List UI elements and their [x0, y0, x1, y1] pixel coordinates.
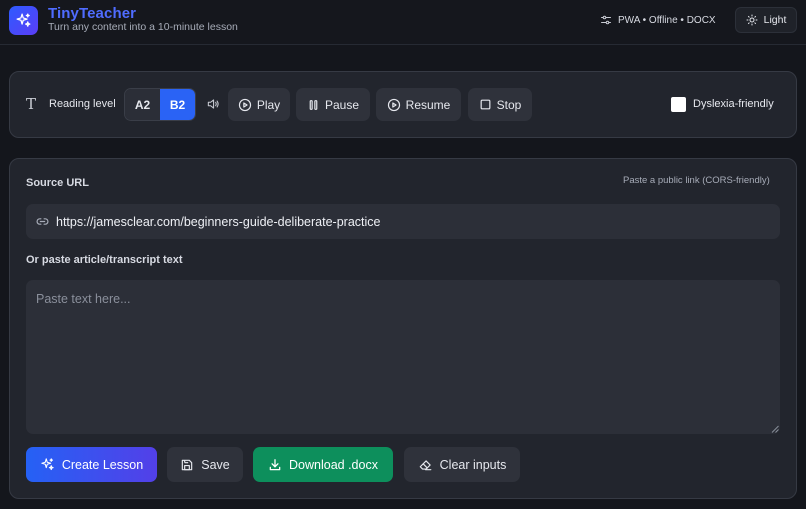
speaker-icon [207, 99, 219, 109]
sparkles-icon [41, 458, 54, 471]
theme-toggle-button[interactable]: Light [735, 7, 797, 33]
dyslexia-checkbox[interactable] [671, 97, 686, 112]
stop-button[interactable]: Stop [468, 88, 532, 121]
sun-icon [746, 14, 758, 26]
resume-label: Resume [405, 97, 451, 112]
stop-label: Stop [496, 97, 522, 112]
source-url-input[interactable] [56, 214, 780, 229]
resume-button[interactable]: Resume [376, 88, 461, 121]
paste-text-area[interactable] [26, 280, 780, 434]
text-size-icon: T [26, 95, 37, 113]
save-label: Save [201, 457, 230, 472]
create-lesson-label: Create Lesson [61, 457, 144, 472]
dyslexia-label: Dyslexia-friendly [693, 98, 774, 110]
app-tagline: Turn any content into a 10-minute lesson [48, 21, 238, 33]
pause-button[interactable]: Pause [296, 88, 370, 121]
play-circle-icon [238, 98, 251, 111]
eraser-icon [419, 459, 431, 470]
download-docx-label: Download .docx [289, 457, 378, 472]
save-button[interactable]: Save [167, 447, 243, 482]
paste-text-label: Or paste article/transcript text [26, 254, 183, 266]
download-icon [269, 458, 281, 470]
play-button[interactable]: Play [228, 88, 290, 121]
app-title: TinyTeacher [48, 5, 137, 22]
link-icon [36, 218, 49, 225]
level-b2-button[interactable]: B2 [160, 89, 195, 120]
source-url-label: Source URL [26, 177, 89, 189]
status-text: PWA • Offline • DOCX [618, 14, 716, 26]
sliders-icon [601, 15, 611, 25]
pause-icon [309, 99, 318, 110]
create-lesson-button[interactable]: Create Lesson [26, 447, 157, 482]
level-a2-button[interactable]: A2 [125, 89, 160, 120]
app-header: TinyTeacher Turn any content into a 10-m… [0, 0, 806, 45]
reading-level-label: Reading level [49, 98, 116, 110]
save-icon [182, 459, 193, 470]
stop-square-icon [480, 99, 491, 110]
sparkles-icon[interactable] [9, 6, 38, 35]
reading-level-selector: A2 B2 [124, 88, 196, 121]
theme-toggle-label: Light [763, 14, 787, 26]
pause-label: Pause [324, 97, 360, 112]
download-docx-button[interactable]: Download .docx [253, 447, 393, 482]
play-label: Play [256, 97, 281, 112]
clear-inputs-label: Clear inputs [439, 457, 507, 472]
clear-inputs-button[interactable]: Clear inputs [404, 447, 520, 482]
source-url-field [26, 204, 780, 239]
resize-grip-icon[interactable] [771, 425, 779, 433]
status-indicator: PWA • Offline • DOCX [600, 13, 716, 27]
resume-circle-icon [387, 98, 400, 111]
source-url-hint: Paste a public link (CORS-friendly) [623, 175, 770, 186]
